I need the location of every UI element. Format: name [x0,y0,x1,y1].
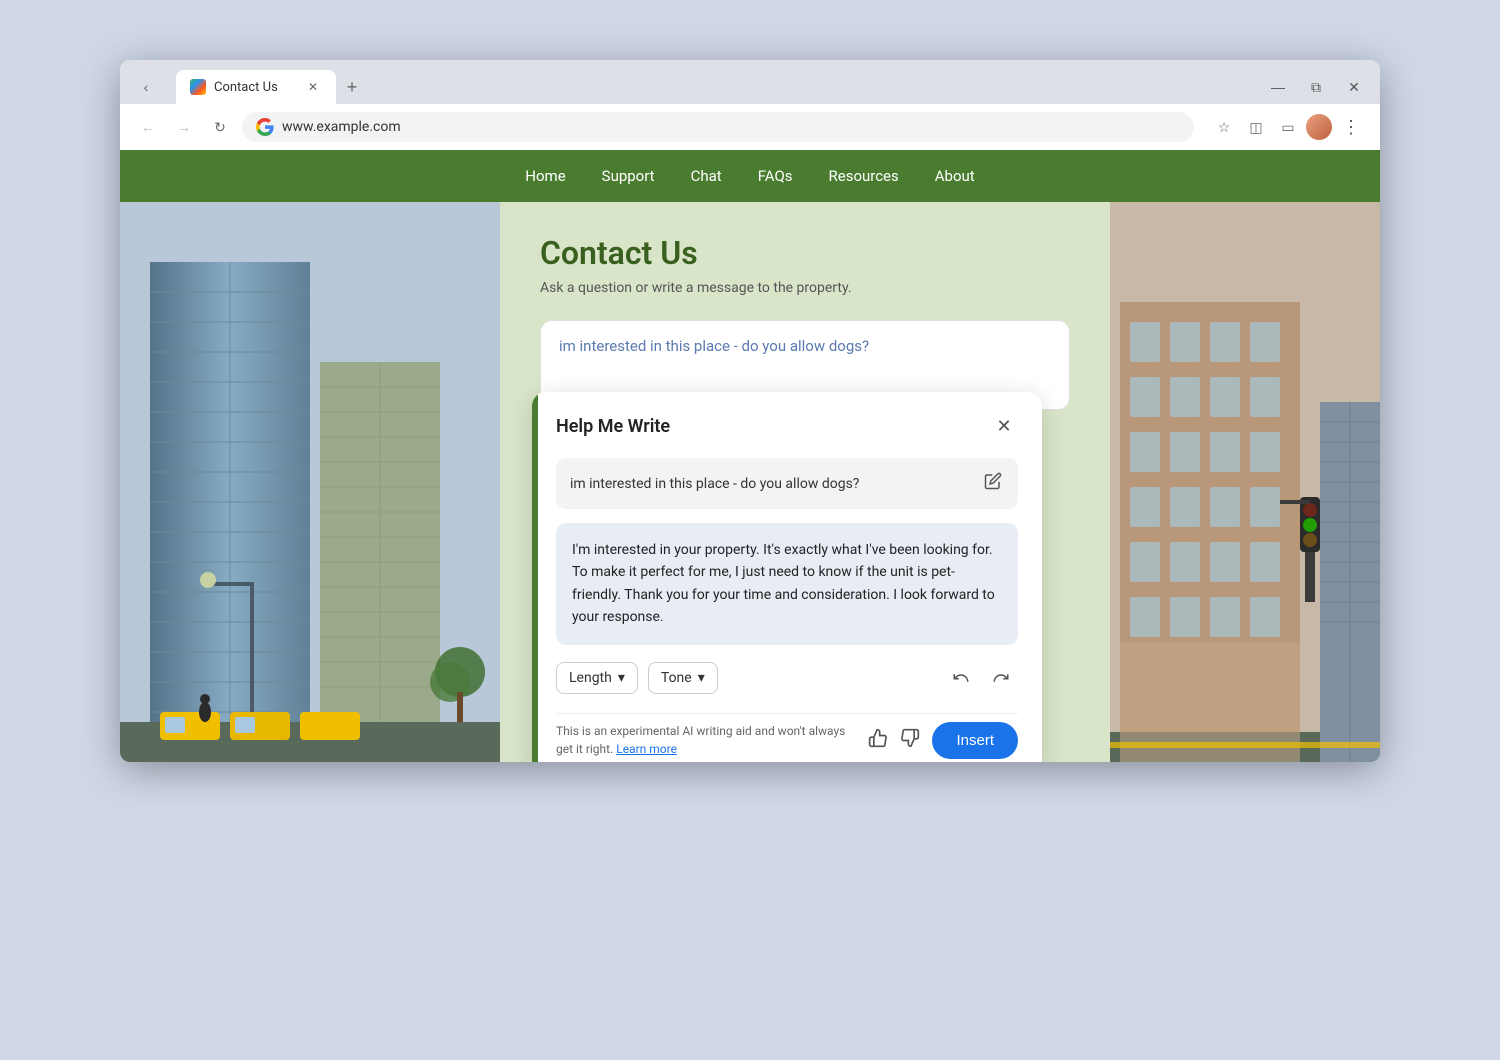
hmw-header: Help Me Write ✕ [556,412,1018,440]
browser-titlebar: ‹ Contact Us ✕ + — ⧉ ✕ [120,60,1380,104]
tone-label: Tone [661,670,692,686]
nav-support[interactable]: Support [600,163,657,189]
active-tab[interactable]: Contact Us ✕ [176,70,336,104]
insert-button[interactable]: Insert [932,722,1018,759]
nav-chat[interactable]: Chat [689,163,724,189]
hmw-disclaimer: This is an experimental AI writing aid a… [556,722,856,758]
hmw-controls: Length ▾ Tone ▾ [556,661,1018,695]
back-button[interactable]: ← [134,113,162,141]
hmw-feedback [866,726,922,755]
contact-title: Contact Us [540,234,1070,272]
tab-favicon [190,79,206,95]
browser-sidebar-button[interactable]: ▭ [1274,113,1302,141]
undo-button[interactable] [944,661,978,695]
tone-dropdown[interactable]: Tone ▾ [648,662,718,694]
undo-icon [952,669,970,687]
tab-bar: Contact Us ✕ + [176,70,366,104]
tab-back-button[interactable]: ‹ [132,73,160,101]
address-bar-row: ← → ↻ www.example.com ☆ ◫ ▭ ⋮ [120,104,1380,150]
hmw-input-text: im interested in this place - do you all… [570,476,974,492]
google-logo [256,118,274,136]
url-text: www.example.com [282,119,401,135]
nav-resources[interactable]: Resources [827,163,901,189]
new-tab-button[interactable]: + [338,73,366,101]
tone-dropdown-icon: ▾ [698,670,705,686]
length-label: Length [569,670,612,686]
browser-toolbar-right: ☆ ◫ ▭ ⋮ [1210,113,1366,141]
hmw-accent-bar [532,392,538,762]
help-me-write-card: Help Me Write ✕ im interested in this pl… [532,392,1042,762]
reload-button[interactable]: ↻ [206,113,234,141]
disclaimer-text: This is an experimental AI writing aid a… [556,724,845,756]
forward-button[interactable]: → [170,113,198,141]
close-window-button[interactable]: ✕ [1340,73,1368,101]
nav-home[interactable]: Home [523,163,567,189]
window-controls: — ⧉ ✕ [1264,73,1368,101]
browser-window: ‹ Contact Us ✕ + — ⧉ ✕ ← → ↻ www.e [120,60,1380,762]
hmw-input-row: im interested in this place - do you all… [556,458,1018,509]
main-area: Contact Us Ask a question or write a mes… [120,202,1380,762]
nav-about[interactable]: About [933,163,977,189]
tab-close-button[interactable]: ✕ [304,78,322,96]
redo-icon [992,669,1010,687]
nav-faqs[interactable]: FAQs [756,163,795,189]
browser-menu-button[interactable]: ⋮ [1336,115,1366,140]
browser-content: Home Support Chat FAQs Resources About [120,150,1380,762]
city-image-right [1110,202,1380,762]
hmw-title: Help Me Write [556,416,670,437]
user-avatar[interactable] [1306,114,1332,140]
length-dropdown[interactable]: Length ▾ [556,662,638,694]
thumbdown-icon [900,728,920,748]
hmw-close-button[interactable]: ✕ [990,412,1018,440]
city-left-svg [120,202,500,762]
tab-title: Contact Us [214,80,278,95]
hmw-edit-button[interactable] [982,470,1004,497]
city-image-left [120,202,500,762]
hmw-inner: Help Me Write ✕ im interested in this pl… [532,392,1042,762]
minimize-button[interactable]: — [1264,73,1292,101]
thumbup-icon [868,728,888,748]
redo-button[interactable] [984,661,1018,695]
hmw-footer: This is an experimental AI writing aid a… [556,713,1018,759]
maximize-button[interactable]: ⧉ [1302,73,1330,101]
city-right-svg [1110,202,1380,762]
learn-more-link[interactable]: Learn more [616,742,677,756]
contact-subtitle: Ask a question or write a message to the… [540,280,1070,296]
thumbup-button[interactable] [866,726,890,755]
length-dropdown-icon: ▾ [618,670,625,686]
thumbdown-button[interactable] [898,726,922,755]
bookmark-button[interactable]: ☆ [1210,113,1238,141]
extensions-button[interactable]: ◫ [1242,113,1270,141]
hmw-generated-text: I'm interested in your property. It's ex… [556,523,1018,645]
hmw-undo-redo [944,661,1018,695]
address-bar[interactable]: www.example.com [242,112,1194,142]
site-nav: Home Support Chat FAQs Resources About [120,150,1380,202]
contact-form-area: Contact Us Ask a question or write a mes… [500,202,1110,762]
edit-icon [984,472,1002,490]
